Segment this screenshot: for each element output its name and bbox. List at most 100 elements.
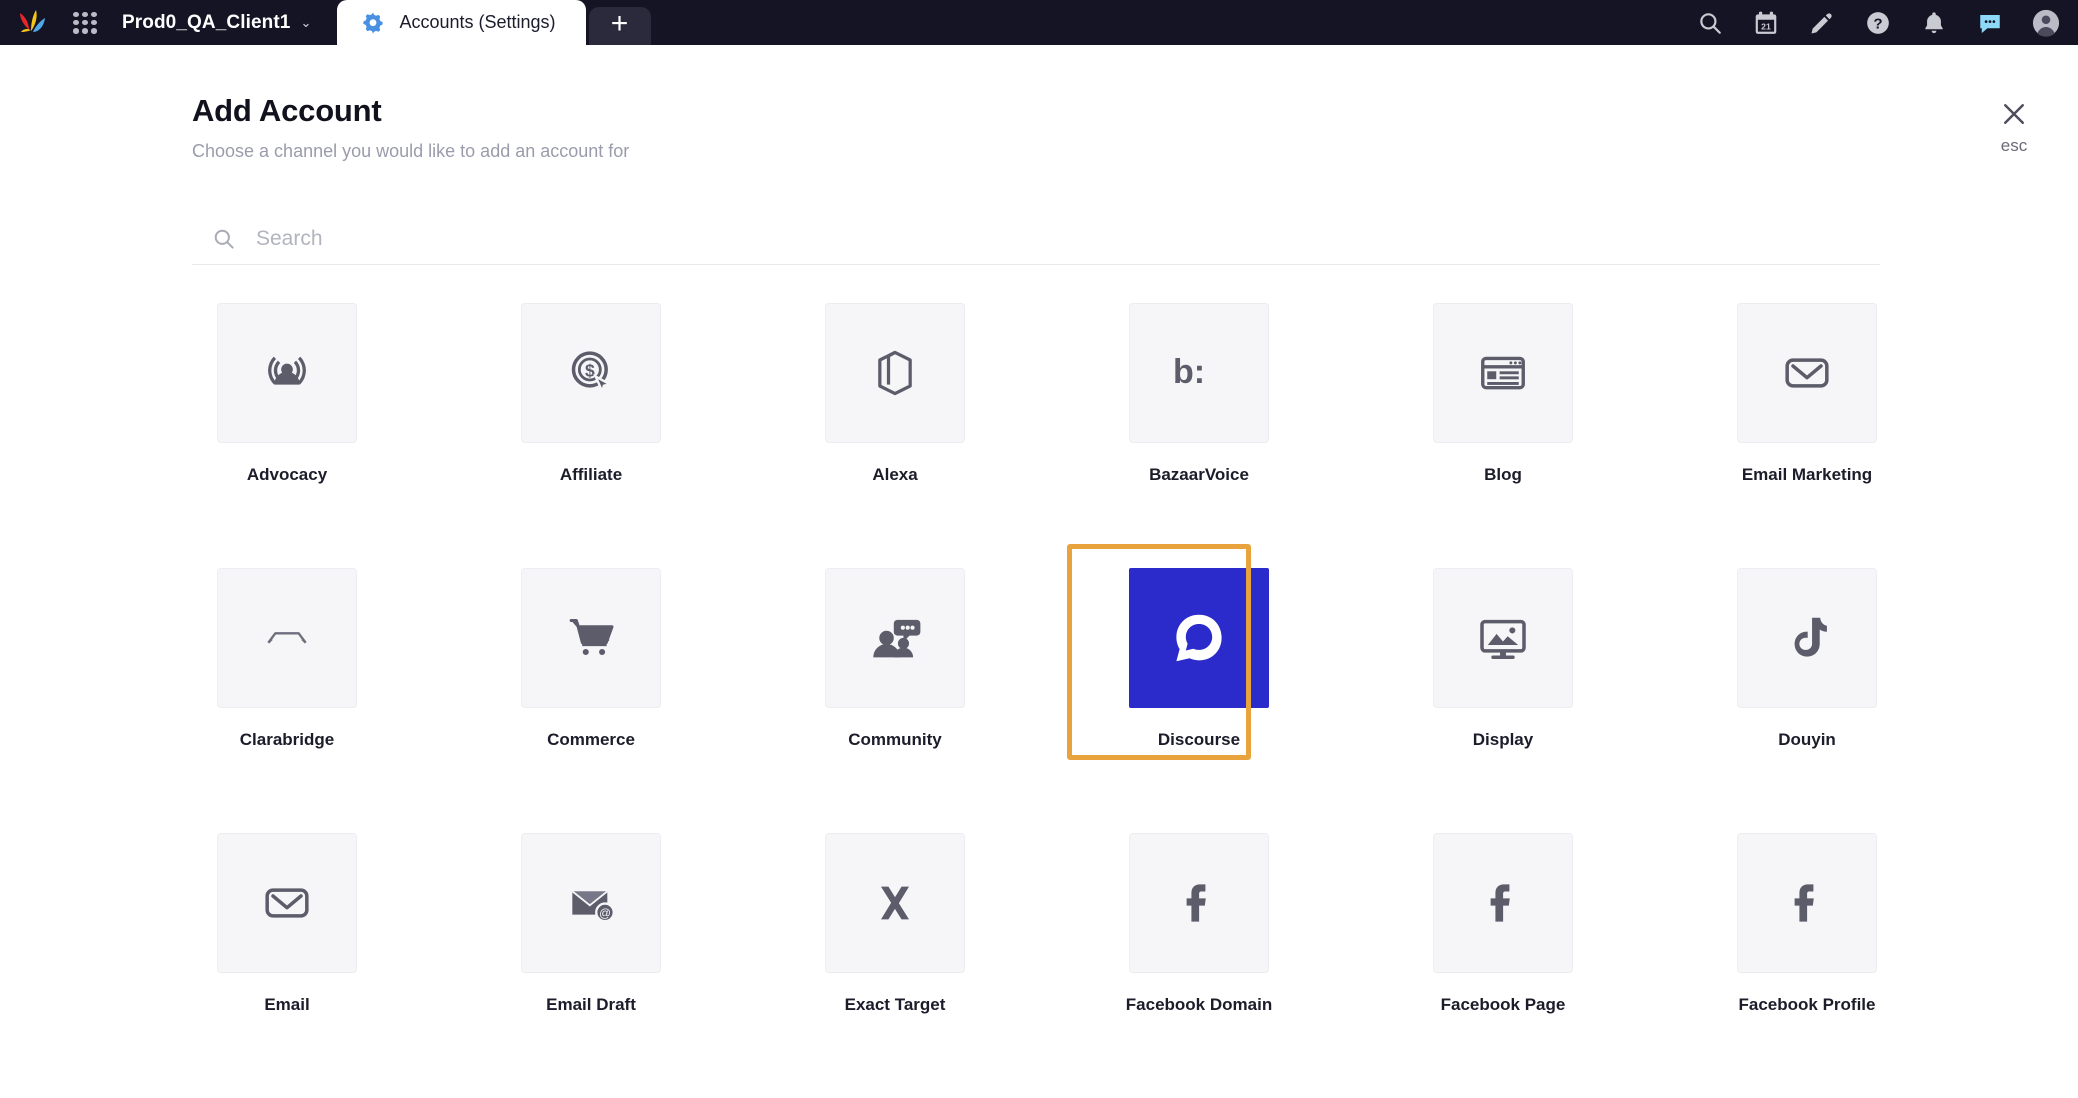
channel-label: Display xyxy=(1472,730,1534,749)
grid-dot xyxy=(91,11,97,17)
channel-tile-art xyxy=(217,833,357,973)
channel-tile-email[interactable]: Email xyxy=(192,833,382,1098)
svg-text:@: @ xyxy=(599,907,611,920)
channel-tile-affiliate[interactable]: $ Affiliate xyxy=(496,303,686,568)
channel-tile-email-marketing[interactable]: Email Marketing xyxy=(1712,303,1902,568)
app-grid-icon[interactable] xyxy=(68,6,102,40)
channel-tile-art xyxy=(825,568,965,708)
calendar-icon[interactable]: 21 xyxy=(1752,9,1780,37)
channel-tile-art xyxy=(825,833,965,973)
tab-strip: Accounts (Settings) + xyxy=(337,0,651,45)
exact-target-x-icon xyxy=(867,875,923,931)
channel-label: Blog xyxy=(1484,465,1522,484)
bazaarvoice-logo-icon: b: xyxy=(1167,345,1231,401)
channel-tile-art xyxy=(217,568,357,708)
page-header: Add Account Choose a channel you would l… xyxy=(192,93,629,162)
search-icon xyxy=(212,227,236,251)
alexa-box-icon xyxy=(869,347,921,399)
channel-tile-art xyxy=(1433,303,1573,443)
workspace-label: Prod0_QA_Client1 xyxy=(122,11,291,33)
channel-label: Douyin xyxy=(1778,730,1836,749)
community-people-icon xyxy=(866,609,924,667)
channel-tile-art xyxy=(1737,568,1877,708)
close-panel-button[interactable]: esc xyxy=(2000,100,2028,156)
svg-text:b:: b: xyxy=(1173,353,1205,391)
channel-label: Facebook Domain xyxy=(1125,995,1273,1014)
facebook-f-icon xyxy=(1475,875,1531,931)
channel-label: Commerce xyxy=(547,730,635,749)
search-icon[interactable] xyxy=(1696,9,1724,37)
discourse-logo-icon xyxy=(1168,607,1230,669)
top-bar-left: Prod0_QA_Client1 ⌄ Accounts (Settings) + xyxy=(0,0,651,45)
channel-tile-art: @ xyxy=(521,833,661,973)
channel-tile-art xyxy=(1737,833,1877,973)
page-subtitle: Choose a channel you would like to add a… xyxy=(192,141,630,161)
channel-tile-art xyxy=(521,568,661,708)
channel-tile-bazaarvoice[interactable]: b: BazaarVoice xyxy=(1104,303,1294,568)
envelope-outline-icon xyxy=(1779,345,1835,401)
workspace-selector[interactable]: Prod0_QA_Client1 ⌄ xyxy=(118,0,321,45)
grid-dot xyxy=(91,28,97,34)
channel-tile-facebook-page[interactable]: Facebook Page xyxy=(1408,833,1598,1098)
new-tab-button[interactable]: + xyxy=(588,7,651,45)
channel-tile-exact-target[interactable]: Exact Target xyxy=(800,833,990,1098)
channel-tile-blog[interactable]: Blog xyxy=(1408,303,1598,568)
grid-dot xyxy=(82,11,88,17)
page-title: Add Account xyxy=(192,93,382,128)
envelope-outline-icon xyxy=(259,875,315,931)
channel-label: Discourse xyxy=(1157,730,1241,749)
chat-icon[interactable] xyxy=(1976,9,2004,37)
sprinklr-logo[interactable] xyxy=(10,6,56,40)
facebook-f-icon xyxy=(1779,875,1835,931)
channel-label: Facebook Profile xyxy=(1738,995,1876,1014)
channel-tile-community[interactable]: Community xyxy=(800,568,990,833)
bell-icon[interactable] xyxy=(1920,9,1948,37)
search-input[interactable] xyxy=(256,227,856,251)
clarabridge-bridge-icon xyxy=(259,610,315,666)
channel-tile-email-draft[interactable]: @ Email Draft xyxy=(496,833,686,1098)
svg-text:$: $ xyxy=(585,361,595,381)
channel-tile-clarabridge[interactable]: Clarabridge xyxy=(192,568,382,833)
top-bar: Prod0_QA_Client1 ⌄ Accounts (Settings) + xyxy=(0,0,2078,45)
channel-label: Exact Target xyxy=(844,995,946,1014)
channel-tile-alexa[interactable]: Alexa xyxy=(800,303,990,568)
svg-text:21: 21 xyxy=(1761,21,1771,31)
advocacy-broadcast-icon xyxy=(259,345,315,401)
search-bar xyxy=(192,227,1880,265)
channel-label: Email Draft xyxy=(546,995,636,1014)
channel-label: Alexa xyxy=(872,465,918,484)
grid-dot xyxy=(73,19,79,26)
channel-tile-art xyxy=(825,303,965,443)
avatar-icon[interactable] xyxy=(2032,9,2060,37)
envelope-at-icon: @ xyxy=(563,875,619,931)
channel-tile-display[interactable]: Display xyxy=(1408,568,1598,833)
channel-label: Clarabridge xyxy=(239,730,335,749)
douyin-note-icon xyxy=(1780,611,1834,665)
facebook-f-icon xyxy=(1171,875,1227,931)
channel-tile-art xyxy=(1433,833,1573,973)
add-account-panel: Add Account Choose a channel you would l… xyxy=(0,45,2078,1048)
channel-tile-advocacy[interactable]: Advocacy xyxy=(192,303,382,568)
channel-tile-facebook-profile[interactable]: Facebook Profile xyxy=(1712,833,1902,1098)
blog-window-icon xyxy=(1476,346,1530,400)
channel-tile-commerce[interactable]: Commerce xyxy=(496,568,686,833)
channel-tile-douyin[interactable]: Douyin xyxy=(1712,568,1902,833)
chevron-down-icon: ⌄ xyxy=(300,14,312,30)
channel-label: Email xyxy=(264,995,310,1014)
channel-tile-art xyxy=(1737,303,1877,443)
channel-label: Facebook Page xyxy=(1440,995,1566,1014)
grid-dot xyxy=(82,28,88,34)
gear-icon xyxy=(361,11,385,35)
pencil-icon[interactable] xyxy=(1808,9,1836,37)
channel-label: Community xyxy=(848,730,942,749)
tab-accounts-settings[interactable]: Accounts (Settings) xyxy=(337,0,586,45)
channel-tile-discourse[interactable]: Discourse xyxy=(1067,544,1294,833)
channel-label: Affiliate xyxy=(559,465,623,484)
channel-label: BazaarVoice xyxy=(1149,465,1249,484)
help-icon[interactable]: ? xyxy=(1864,9,1892,37)
grid-dot xyxy=(73,28,79,34)
esc-label: esc xyxy=(2000,136,2028,155)
channel-tile-art xyxy=(1129,568,1269,708)
svg-text:?: ? xyxy=(1873,15,1882,32)
channel-tile-facebook-domain[interactable]: Facebook Domain xyxy=(1104,833,1294,1098)
